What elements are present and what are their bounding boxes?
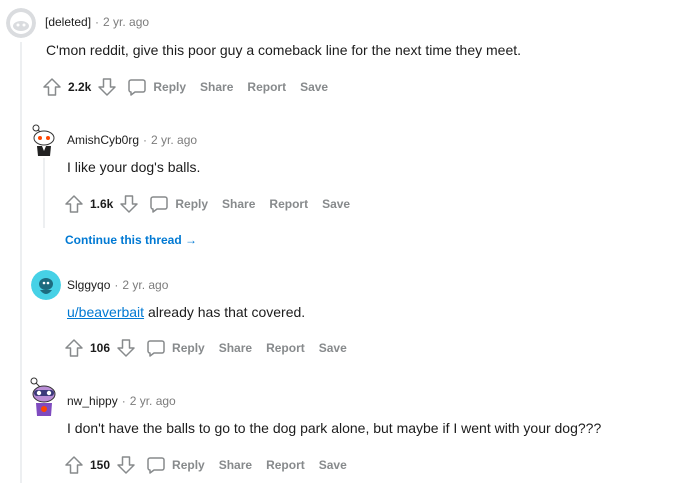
vote-score: 1.6k (90, 197, 114, 211)
continue-thread-label: Continue this thread (65, 233, 182, 247)
comment-actions: 150 Reply Share Report Save (64, 453, 347, 477)
save-button[interactable]: Save (319, 458, 347, 472)
comment-bubble-icon (128, 79, 147, 96)
comment-body-text: already has that covered. (144, 304, 306, 320)
downvote-icon[interactable] (97, 77, 117, 97)
avatar-deleted[interactable] (6, 8, 36, 38)
comment-bubble-icon (147, 457, 165, 474)
comment-actions: 2.2k Reply Share Report Save (42, 75, 328, 99)
thread-line-root[interactable] (20, 42, 22, 483)
comment-time[interactable]: 2 yr. ago (122, 278, 168, 292)
comment-bubble-icon (147, 340, 165, 357)
reply-label: Reply (175, 197, 209, 211)
share-button[interactable]: Share (222, 197, 255, 211)
report-button[interactable]: Report (266, 458, 305, 472)
comment-author: Slggyqo (67, 278, 111, 292)
comment-body: C'mon reddit, give this poor guy a comeb… (46, 42, 522, 58)
reply-button[interactable]: Reply (149, 194, 208, 214)
user-mention-link[interactable]: u/beaverbait (67, 304, 144, 320)
reply-label: Reply (172, 458, 205, 472)
vote-score: 2.2k (68, 80, 92, 94)
comment-meta: [deleted] · 2 yr. ago (45, 15, 149, 29)
share-button[interactable]: Share (200, 80, 233, 94)
downvote-icon[interactable] (116, 455, 136, 475)
downvote-icon[interactable] (119, 194, 139, 214)
comment-meta: Slggyqo · 2 yr. ago (67, 278, 168, 292)
reply-label: Reply (153, 80, 187, 94)
comment-time[interactable]: 2 yr. ago (130, 394, 176, 408)
report-button[interactable]: Report (247, 80, 286, 94)
vote-score: 150 (90, 458, 111, 472)
vote-score: 106 (90, 341, 111, 355)
comment-meta: AmishCyb0rg · 2 yr. ago (67, 133, 197, 147)
save-button[interactable]: Save (319, 341, 347, 355)
downvote-icon[interactable] (116, 338, 136, 358)
comment-actions: 106 Reply Share Report Save (64, 336, 347, 360)
comment-time[interactable]: 2 yr. ago (151, 133, 197, 147)
save-button[interactable]: Save (322, 197, 350, 211)
upvote-icon[interactable] (64, 194, 84, 214)
share-button[interactable]: Share (219, 458, 252, 472)
upvote-icon[interactable] (64, 455, 84, 475)
upvote-icon[interactable] (42, 77, 62, 97)
avatar-amishcyb0rg[interactable] (30, 124, 58, 156)
comment-author: [deleted] (45, 15, 92, 29)
avatar-slggyqo[interactable] (31, 270, 61, 300)
reply-button[interactable]: Reply (146, 338, 205, 358)
thread-line-reply[interactable] (43, 158, 45, 228)
comment-bubble-icon (150, 196, 169, 213)
reply-button[interactable]: Reply (127, 77, 186, 97)
upvote-icon[interactable] (64, 338, 84, 358)
continue-thread-link[interactable]: Continue this thread → (65, 233, 197, 247)
report-button[interactable]: Report (269, 197, 308, 211)
comment-actions: 1.6k Reply Share Report Save (64, 192, 350, 216)
separator-dot: · (114, 278, 119, 292)
comment-author: AmishCyb0rg (67, 133, 140, 147)
reply-label: Reply (172, 341, 205, 355)
reply-button[interactable]: Reply (146, 455, 205, 475)
report-button[interactable]: Report (266, 341, 305, 355)
separator-dot: · (143, 133, 148, 147)
avatar-nw-hippy[interactable] (28, 376, 60, 416)
separator-dot: · (121, 394, 126, 408)
share-button[interactable]: Share (219, 341, 252, 355)
separator-dot: · (95, 15, 100, 29)
comment-author: nw_hippy (67, 394, 118, 408)
arrow-right-icon: → (185, 233, 198, 247)
comment-body: I don't have the balls to go to the dog … (67, 420, 602, 436)
comment-meta: nw_hippy · 2 yr. ago (67, 394, 176, 408)
save-button[interactable]: Save (300, 80, 328, 94)
comment-body: I like your dog's balls. (67, 159, 201, 175)
comment-time[interactable]: 2 yr. ago (103, 15, 149, 29)
comment-body: u/beaverbait already has that covered. (67, 302, 305, 322)
